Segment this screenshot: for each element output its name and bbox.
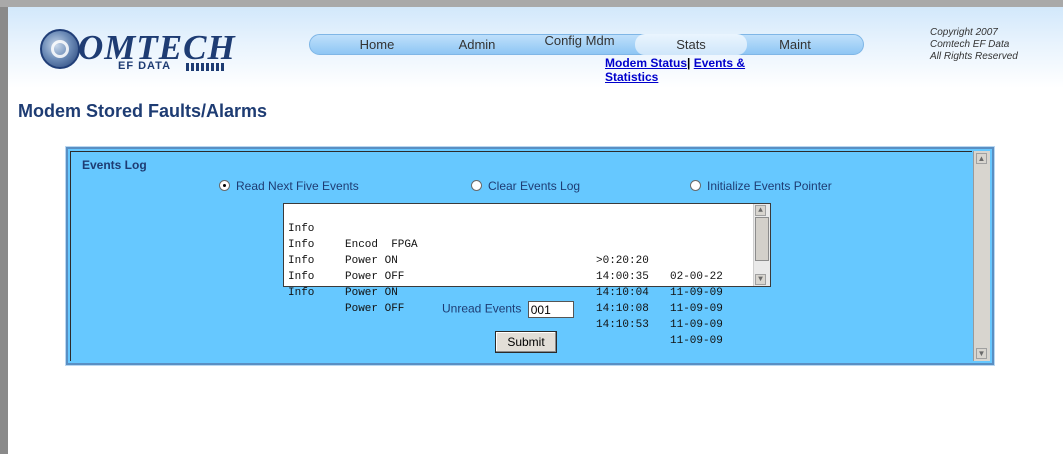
events-log-panel: ▲ ▼ Events Log Read Next Five Events Cle…: [66, 147, 994, 365]
nav-item-stats[interactable]: Stats: [635, 34, 747, 55]
event-date: 11-09-09: [670, 335, 723, 347]
nav-item-home[interactable]: Home: [327, 34, 427, 55]
list-item: Info Power ON 14:10:08 11-09-09: [288, 253, 723, 331]
event-desc: Power ON: [345, 287, 398, 299]
comtech-logo: OMTECH EF DATA: [40, 28, 260, 79]
copyright: Copyright 2007 Comtech EF Data All Right…: [930, 27, 1018, 63]
event-date: 11-09-09: [670, 303, 723, 315]
list-item: Info Power OFF 14:10:04 11-09-09: [288, 237, 723, 315]
unread-events-input[interactable]: [527, 301, 574, 318]
event-date: 11-09-09: [670, 287, 723, 299]
radio-unselected-icon: [471, 180, 482, 191]
main-nav: Home Admin Config Mdm Stats Maint: [309, 33, 864, 55]
copyright-line-1: Copyright 2007: [930, 27, 998, 38]
copyright-line-3: All Rights Reserved: [930, 51, 1018, 62]
event-type: Info: [288, 287, 315, 299]
event-time: 14:00:35: [596, 271, 649, 283]
radio-clear-events-log[interactable]: Clear Events Log: [471, 179, 580, 193]
nav-item-maint[interactable]: Maint: [749, 34, 841, 55]
radio-clear-events-log-label: Clear Events Log: [488, 179, 581, 193]
window-top-border: [0, 0, 1063, 7]
window-left-border: [0, 7, 8, 454]
radio-initialize-pointer-label: Initialize Events Pointer: [707, 179, 832, 193]
list-item: Info Power ON 14:00:35 11-09-09: [288, 221, 723, 299]
stats-submenu: Modem Status| Events & Statistics: [605, 56, 765, 84]
nav-item-config-mdm[interactable]: Config Mdm: [527, 30, 632, 51]
events-list[interactable]: Info Encod FPGA >0:20:20 02-00-22 Info P…: [283, 203, 771, 347]
event-time: 14:10:04: [596, 287, 649, 299]
event-desc: Encod FPGA: [345, 239, 418, 251]
panel-scrollbar[interactable]: ▲ ▼: [973, 151, 990, 361]
copyright-line-2: Comtech EF Data: [930, 39, 1010, 50]
list-item: Info Encod FPGA >0:20:20 02-00-22: [288, 205, 723, 283]
list-item: Info Power OFF 14:10:53 11-09-09: [288, 269, 723, 347]
header: OMTECH EF DATA Home Admin Config Mdm Sta…: [8, 7, 1063, 88]
radio-unselected-icon: [690, 180, 701, 191]
event-date: 02-00-22: [670, 271, 723, 283]
submit-button[interactable]: Submit: [495, 331, 557, 353]
event-date: 11-09-09: [670, 319, 723, 331]
events-log-title: Events Log: [82, 158, 147, 172]
radio-read-next-five[interactable]: Read Next Five Events: [219, 179, 359, 193]
event-desc: Power ON: [345, 255, 398, 267]
radio-read-next-five-label: Read Next Five Events: [236, 179, 359, 193]
unread-events-label: Unread Events: [442, 301, 522, 316]
radio-selected-icon: [219, 180, 230, 191]
scroll-thumb[interactable]: [755, 217, 769, 261]
scroll-down-icon[interactable]: ▼: [755, 274, 766, 285]
events-link-line2: Statistics: [605, 70, 659, 84]
events-link-line1: Events &: [693, 56, 746, 70]
scroll-down-icon[interactable]: ▼: [976, 348, 987, 359]
modem-status-link[interactable]: Modem Status: [605, 56, 687, 70]
event-desc: Power OFF: [345, 303, 405, 315]
event-desc: Power OFF: [345, 271, 405, 283]
scroll-up-icon[interactable]: ▲: [755, 205, 766, 216]
nav-item-admin[interactable]: Admin: [427, 34, 527, 55]
event-time: 14:10:08: [596, 303, 649, 315]
radio-initialize-pointer[interactable]: Initialize Events Pointer: [690, 179, 832, 193]
globe-icon: [40, 29, 80, 69]
event-time: >0:20:20: [596, 255, 649, 267]
submenu-separator: |: [687, 56, 691, 70]
logo-subtitle: EF DATA: [118, 60, 172, 72]
unread-events-row: Unread Events: [442, 301, 574, 318]
events-scrollbar[interactable]: ▲ ▼: [753, 204, 770, 286]
page-title: Modem Stored Faults/Alarms: [18, 101, 268, 121]
event-time: 14:10:53: [596, 319, 649, 331]
scroll-up-icon[interactable]: ▲: [976, 153, 987, 164]
logo-bars: [186, 63, 224, 71]
